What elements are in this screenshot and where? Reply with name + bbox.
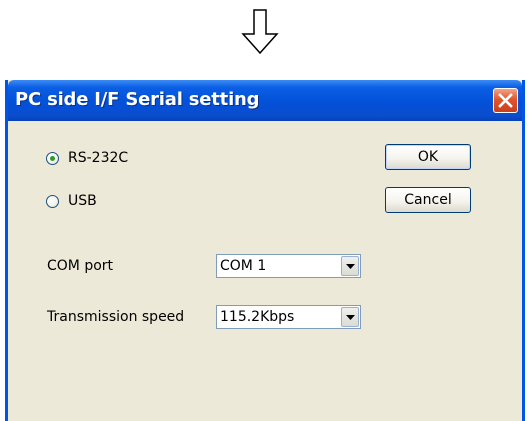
radio-label: USB	[68, 193, 97, 209]
transmission-speed-value: 115.2Kbps	[220, 309, 295, 325]
chevron-down-icon	[346, 315, 355, 320]
com-port-select[interactable]: COM 1	[216, 254, 361, 278]
down-arrow-icon	[241, 9, 279, 55]
dialog-client-area: RS-232C USB OK Cancel COM port COM 1 Tra…	[8, 121, 522, 421]
radio-label: RS-232C	[68, 150, 129, 166]
com-port-dropdown-button[interactable]	[341, 256, 359, 276]
title-bar[interactable]: PC side I/F Serial setting	[8, 80, 522, 121]
serial-setting-dialog: PC side I/F Serial setting RS-232C USB O…	[5, 80, 525, 421]
cancel-button[interactable]: Cancel	[385, 187, 471, 213]
radio-button-selected[interactable]	[46, 151, 59, 165]
com-port-label: COM port	[47, 258, 114, 274]
ok-button[interactable]: OK	[385, 144, 471, 170]
radio-usb[interactable]: USB	[46, 193, 97, 209]
radio-button[interactable]	[46, 194, 59, 208]
close-button[interactable]	[493, 88, 518, 113]
transmission-speed-select[interactable]: 115.2Kbps	[216, 305, 361, 329]
radio-rs232c[interactable]: RS-232C	[46, 150, 128, 166]
chevron-down-icon	[346, 264, 355, 269]
close-icon	[498, 93, 513, 108]
com-port-value: COM 1	[220, 258, 267, 274]
transmission-speed-label: Transmission speed	[47, 309, 185, 325]
dialog-title: PC side I/F Serial setting	[15, 89, 260, 110]
transmission-speed-dropdown-button[interactable]	[341, 307, 359, 327]
